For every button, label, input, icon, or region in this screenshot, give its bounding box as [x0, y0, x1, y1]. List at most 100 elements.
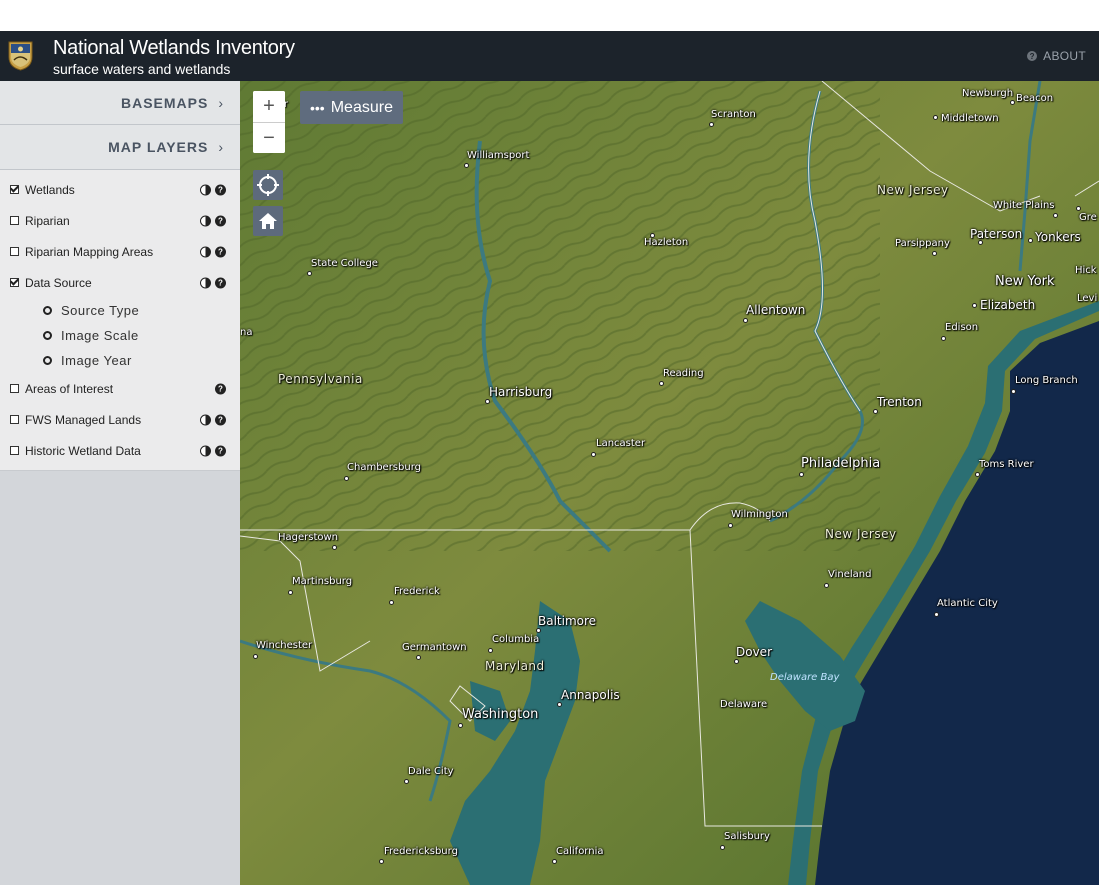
home-icon [259, 213, 277, 229]
locate-button[interactable] [253, 170, 283, 200]
help-icon[interactable]: ? [215, 215, 226, 226]
layer-list: Wetlands ? Riparian ? Riparian Mapping A… [0, 170, 240, 471]
measure-button[interactable]: ••• Measure [300, 91, 403, 124]
data-source-option-image-year[interactable]: Image Year [0, 348, 240, 373]
help-icon[interactable]: ? [215, 445, 226, 456]
zoom-control: + − [253, 91, 285, 153]
city-marker [824, 583, 829, 588]
opacity-icon[interactable] [200, 277, 211, 288]
map-layers-panel-header[interactable]: MAP LAYERS › [0, 125, 240, 170]
city-marker [873, 409, 878, 414]
checkbox-areas-of-interest[interactable] [10, 384, 19, 393]
city-marker [389, 600, 394, 605]
city-marker [933, 115, 938, 120]
city-marker [591, 452, 596, 457]
city-marker [1053, 213, 1058, 218]
app-title: National Wetlands Inventory [53, 37, 295, 59]
city-marker [379, 859, 384, 864]
radio-source-type[interactable] [43, 306, 52, 315]
layer-label: Historic Wetland Data [25, 443, 141, 458]
city-marker [458, 723, 463, 728]
city-marker [488, 648, 493, 653]
city-marker [307, 271, 312, 276]
app-subtitle: surface waters and wetlands [53, 61, 231, 77]
option-label: Source Type [61, 303, 140, 318]
map-imagery [240, 81, 1099, 885]
usfws-shield-icon[interactable] [8, 40, 33, 71]
ellipsis-icon: ••• [310, 99, 325, 116]
city-marker [344, 476, 349, 481]
layer-label: Data Source [25, 275, 92, 290]
layer-label: Riparian Mapping Areas [25, 244, 154, 259]
city-marker [934, 612, 939, 617]
checkbox-fws-managed-lands[interactable] [10, 415, 19, 424]
city-marker [972, 303, 977, 308]
map-layers-label: MAP LAYERS [108, 139, 209, 155]
help-icon[interactable]: ? [215, 383, 226, 394]
question-circle-icon: ? [1027, 51, 1038, 61]
layer-riparian[interactable]: Riparian ? [0, 205, 240, 236]
city-marker [799, 472, 804, 477]
option-label: Image Year [61, 353, 132, 368]
city-marker [332, 545, 337, 550]
help-icon[interactable]: ? [215, 246, 226, 257]
data-source-option-source-type[interactable]: Source Type [0, 298, 240, 323]
radio-image-year[interactable] [43, 356, 52, 365]
help-icon[interactable]: ? [215, 184, 226, 195]
app-header: National Wetlands Inventory surface wate… [0, 31, 1099, 81]
checkbox-riparian-mapping-areas[interactable] [10, 247, 19, 256]
zoom-out-button[interactable]: − [253, 123, 285, 153]
opacity-icon[interactable] [200, 246, 211, 257]
data-source-option-image-scale[interactable]: Image Scale [0, 323, 240, 348]
city-marker [485, 399, 490, 404]
city-marker [659, 381, 664, 386]
radio-image-scale[interactable] [43, 331, 52, 340]
city-marker [1011, 389, 1016, 394]
checkbox-riparian[interactable] [10, 216, 19, 225]
layer-label: Areas of Interest [25, 381, 114, 396]
layer-areas-of-interest[interactable]: Areas of Interest ? [0, 373, 240, 404]
zoom-in-button[interactable]: + [253, 91, 285, 123]
home-button[interactable] [253, 206, 283, 236]
city-marker [253, 654, 258, 659]
checkbox-wetlands[interactable] [10, 185, 19, 194]
layer-riparian-mapping-areas[interactable]: Riparian Mapping Areas ? [0, 236, 240, 267]
city-marker [720, 845, 725, 850]
measure-label: Measure [330, 98, 393, 116]
city-marker [941, 336, 946, 341]
layer-label: Riparian [25, 213, 70, 228]
layer-historic-wetland-data[interactable]: Historic Wetland Data ? [0, 435, 240, 466]
city-marker [728, 523, 733, 528]
layer-fws-managed-lands[interactable]: FWS Managed Lands ? [0, 404, 240, 435]
opacity-icon[interactable] [200, 184, 211, 195]
city-marker [975, 472, 980, 477]
opacity-icon[interactable] [200, 414, 211, 425]
layer-data-source[interactable]: Data Source ? [0, 267, 240, 298]
city-marker [404, 779, 409, 784]
checkbox-historic-wetland-data[interactable] [10, 446, 19, 455]
layer-label: FWS Managed Lands [25, 412, 142, 427]
top-whitespace [0, 0, 1099, 31]
help-icon[interactable]: ? [215, 414, 226, 425]
about-link[interactable]: ? ABOUT [1027, 49, 1086, 63]
basemaps-panel-header[interactable]: BASEMAPS › [0, 81, 240, 125]
help-icon[interactable]: ? [215, 277, 226, 288]
checkbox-data-source[interactable] [10, 278, 19, 287]
chevron-right-icon: › [218, 139, 224, 155]
city-marker [1028, 238, 1033, 243]
city-marker [288, 590, 293, 595]
city-marker [557, 702, 562, 707]
chevron-right-icon: › [218, 94, 224, 111]
opacity-icon[interactable] [200, 215, 211, 226]
opacity-icon[interactable] [200, 445, 211, 456]
crosshair-icon [257, 174, 279, 196]
city-marker [650, 233, 655, 238]
city-marker [932, 251, 937, 256]
city-marker [709, 122, 714, 127]
layer-wetlands[interactable]: Wetlands ? [0, 174, 240, 205]
city-marker [734, 659, 739, 664]
city-marker [416, 655, 421, 660]
basemaps-label: BASEMAPS [120, 94, 209, 111]
city-marker [464, 163, 469, 168]
map-canvas[interactable]: Per Newburgh Beacon Middletown Scranton … [240, 81, 1099, 885]
